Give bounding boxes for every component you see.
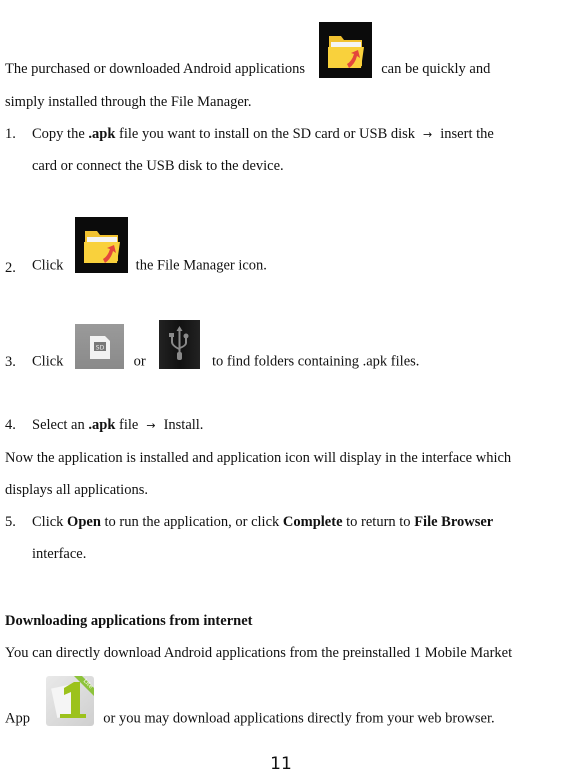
step-5-text: Click Open to run the application, or cl… <box>32 514 494 530</box>
file-manager-icon <box>318 22 372 78</box>
download-line-1: You can directly download Android applic… <box>5 645 513 661</box>
step-2-number: 2. <box>5 260 16 276</box>
step-5-number: 5. <box>5 514 16 530</box>
arrow-icon: → <box>423 128 433 141</box>
intro-line-1: The purchased or downloaded Android appl… <box>5 22 490 78</box>
step-5-continuation: interface. <box>32 546 87 562</box>
1mobile-market-icon: Lite <box>45 676 94 726</box>
step-4-number: 4. <box>5 417 16 433</box>
page-number: 11 <box>270 754 292 774</box>
intro-line-2: simply installed through the File Manage… <box>5 94 252 110</box>
download-line-2: App Lite or you may download application… <box>5 676 495 727</box>
step-1-continuation: card or connect the USB disk to the devi… <box>32 158 284 174</box>
svg-text:SD: SD <box>96 345 105 352</box>
step-1-text: Copy the .apk file you want to install o… <box>32 126 494 142</box>
step-2-text: Click the File Manager icon. <box>32 217 267 273</box>
step-3-text: Click SD or to find folders containing .… <box>32 320 419 369</box>
section-heading: Downloading applications from internet <box>5 613 253 629</box>
usb-icon[interactable] <box>159 320 201 369</box>
step-4-text: Select an .apk file → Install. <box>32 417 204 433</box>
arrow-icon: → <box>146 419 156 432</box>
sd-card-icon[interactable]: SD <box>75 324 125 369</box>
step-3-number: 3. <box>5 354 16 370</box>
file-manager-icon <box>75 217 129 273</box>
installed-note-line-2: displays all applications. <box>5 482 148 498</box>
installed-note-line-1: Now the application is installed and app… <box>5 450 512 466</box>
step-1-number: 1. <box>5 126 16 142</box>
